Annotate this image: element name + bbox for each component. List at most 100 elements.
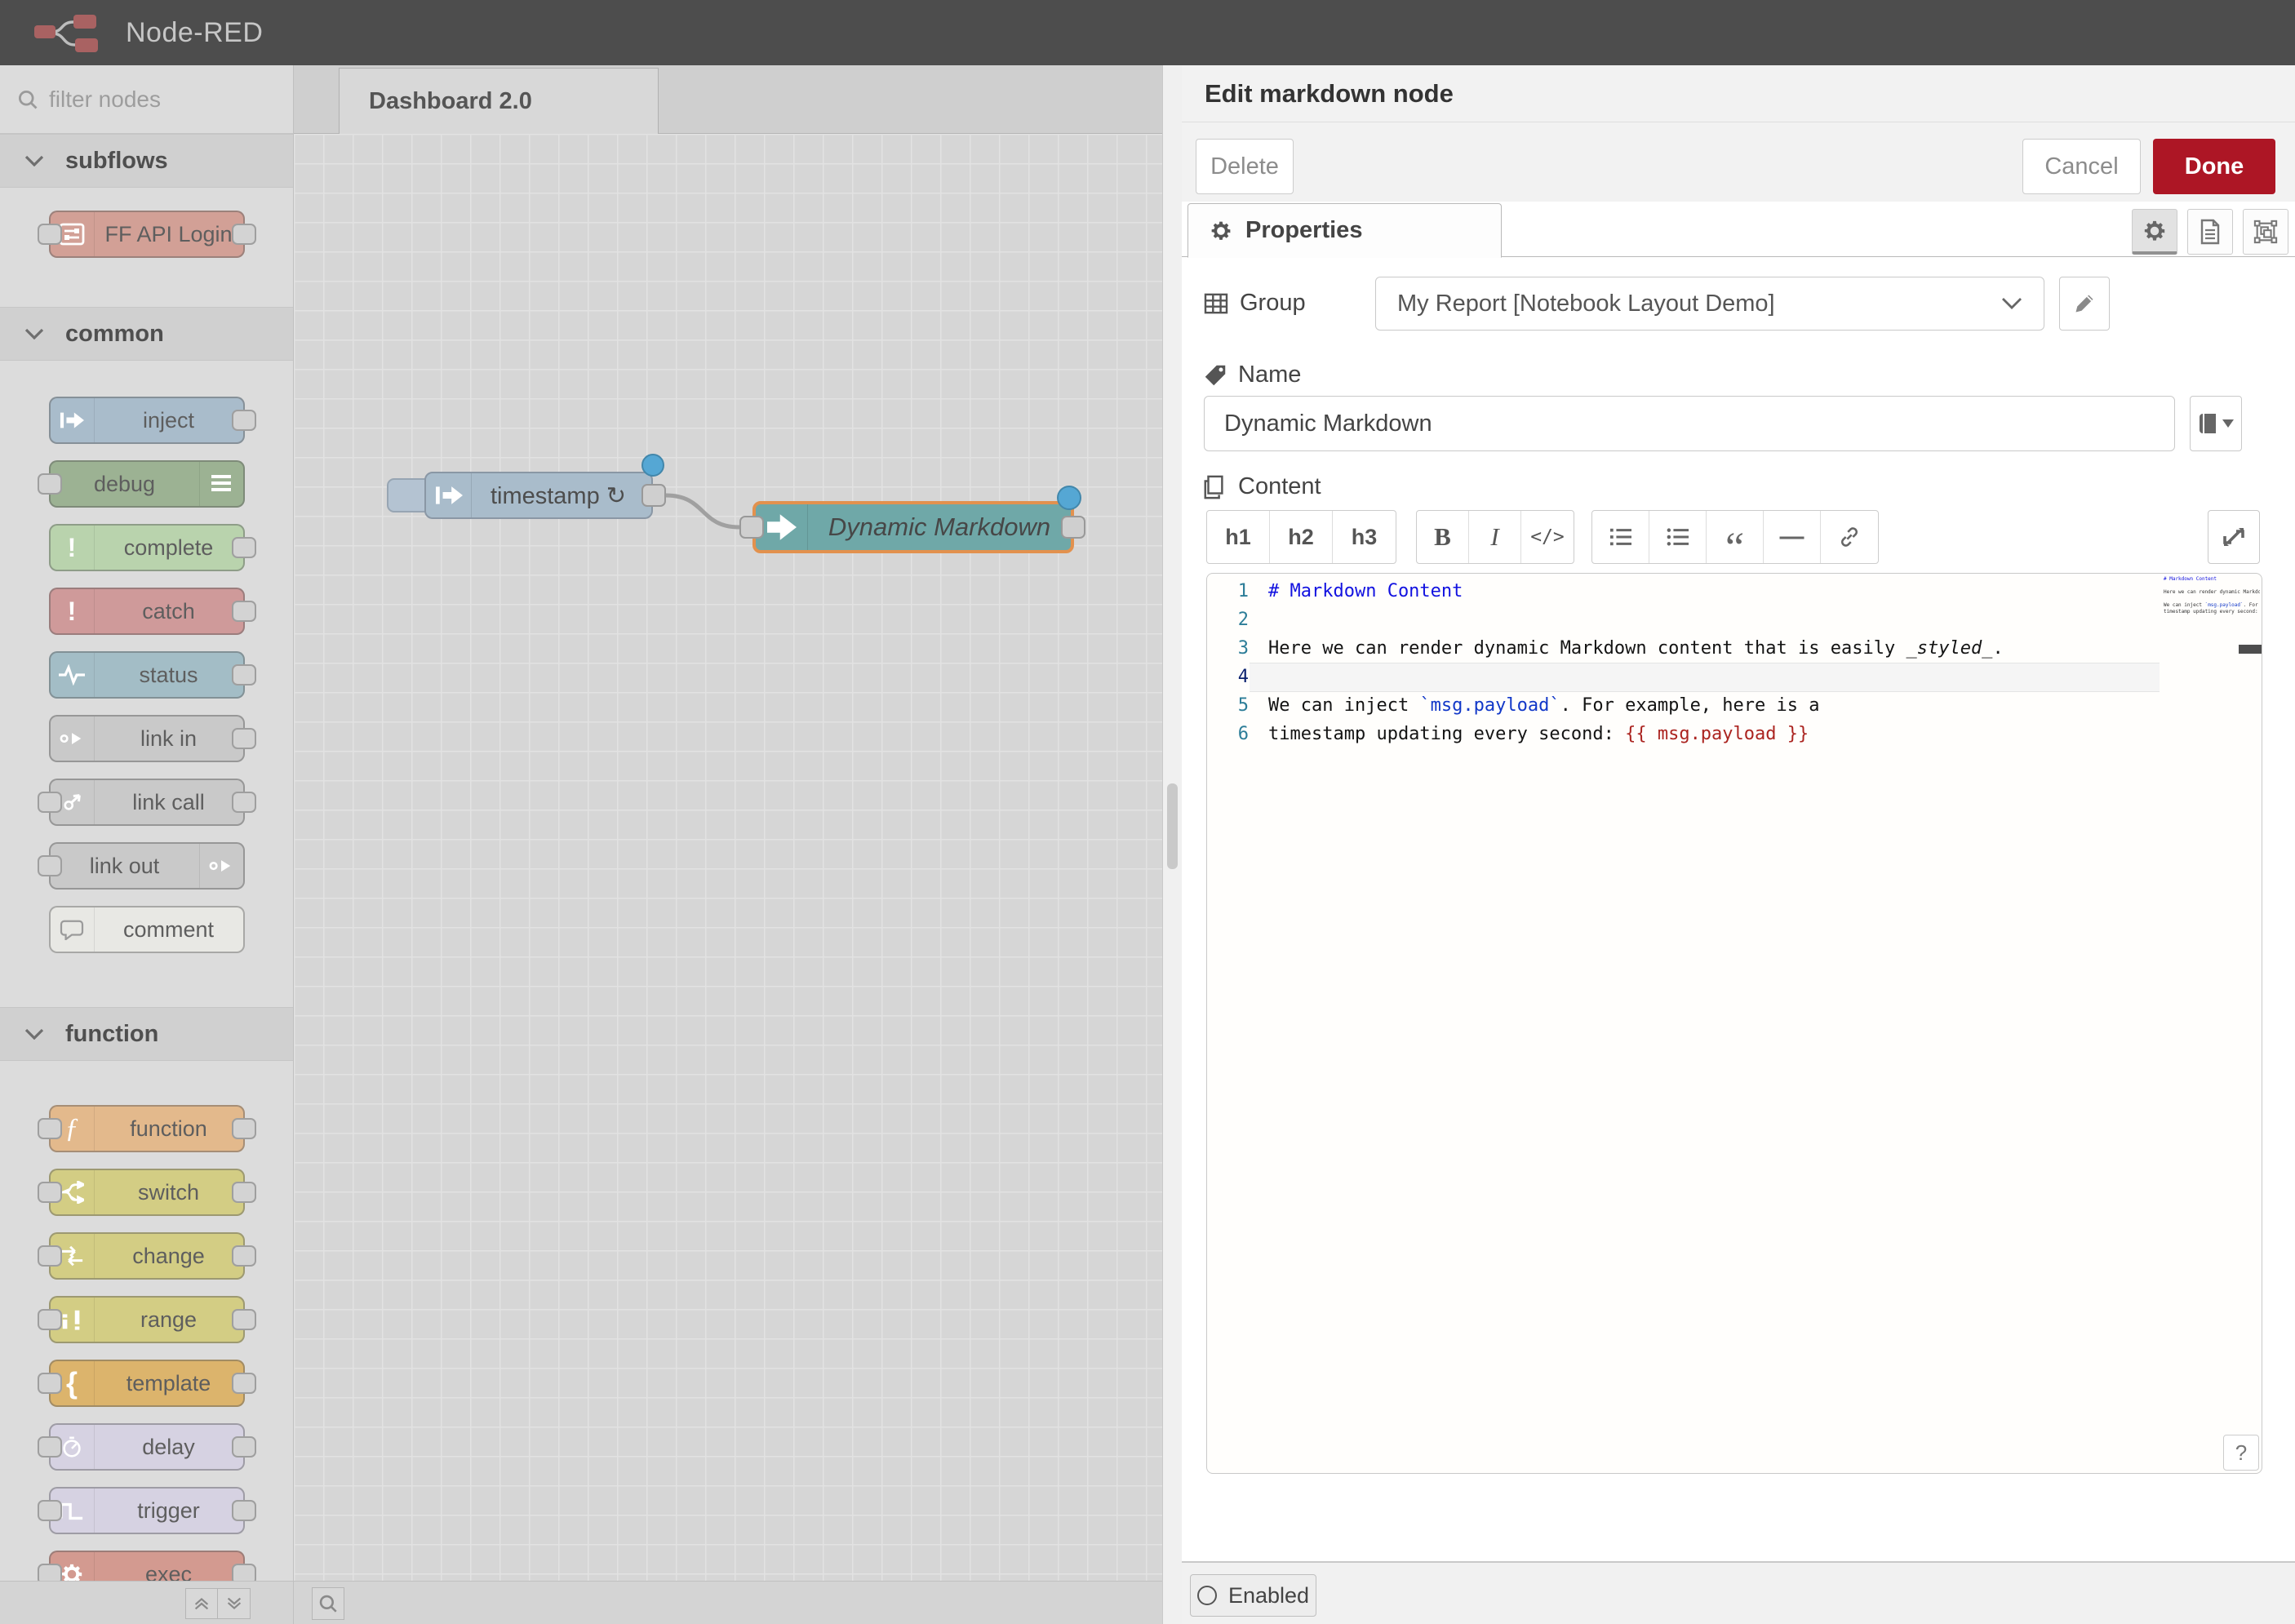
output-port[interactable] — [232, 1309, 256, 1330]
palette-node-delay[interactable]: delay — [49, 1423, 245, 1471]
input-port[interactable] — [38, 1564, 62, 1581]
horizontal-rule-button[interactable]: — — [1764, 511, 1821, 563]
heading3-button[interactable]: h3 — [1333, 511, 1396, 563]
tab-button-description[interactable] — [2187, 209, 2233, 255]
code-line: Here we can render dynamic Markdown cont… — [1260, 638, 2004, 659]
bold-button[interactable]: B — [1417, 511, 1469, 563]
input-port[interactable] — [38, 792, 62, 813]
output-port[interactable] — [232, 1500, 256, 1521]
caret-down-icon — [2222, 419, 2234, 428]
output-port[interactable] — [232, 1373, 256, 1394]
expand-editor-button[interactable] — [2208, 510, 2260, 564]
output-port[interactable] — [232, 1564, 256, 1581]
palette-node-debug[interactable]: debug — [49, 460, 245, 508]
palette-node-status[interactable]: status — [49, 651, 245, 699]
status-pulse-icon — [51, 653, 95, 697]
input-port[interactable] — [38, 224, 62, 245]
palette-node-function[interactable]: ƒ function — [49, 1105, 245, 1152]
palette-node-complete[interactable]: ! complete — [49, 524, 245, 571]
palette-node-comment[interactable]: comment — [49, 906, 245, 953]
cancel-button[interactable]: Cancel — [2022, 139, 2141, 194]
palette-node-ff-api-login[interactable]: FF API Login — [49, 211, 245, 258]
markdown-code-editor[interactable]: 1 # Markdown Content 2 3 Here we can ren… — [1206, 573, 2262, 1474]
italic-button[interactable]: I — [1469, 511, 1521, 563]
output-port[interactable] — [232, 664, 256, 686]
output-port[interactable] — [232, 537, 256, 558]
workspace-tab-bar: Dashboard 2.0 — [294, 65, 1162, 134]
palette-search-input[interactable] — [49, 87, 294, 113]
palette-node-range[interactable]: range — [49, 1296, 245, 1343]
ordered-list-button[interactable] — [1592, 511, 1649, 563]
palette-node-switch[interactable]: switch — [49, 1169, 245, 1216]
flow-canvas[interactable]: timestamp ↻ Dynamic Markdown — [294, 134, 1162, 1581]
palette-node-template[interactable]: { template — [49, 1360, 245, 1407]
output-port[interactable] — [1061, 516, 1085, 539]
input-port[interactable] — [38, 1118, 62, 1139]
flow-node-dynamic-markdown[interactable]: Dynamic Markdown — [752, 501, 1074, 553]
enabled-toggle-button[interactable]: Enabled — [1190, 1574, 1316, 1617]
canvas-zoom-search-button[interactable] — [312, 1587, 344, 1620]
unordered-list-button[interactable] — [1649, 511, 1707, 563]
input-port[interactable] — [38, 1245, 62, 1267]
heading2-button[interactable]: h2 — [1270, 511, 1333, 563]
palette-node-inject[interactable]: inject — [49, 397, 245, 444]
output-port[interactable] — [232, 1118, 256, 1139]
output-port[interactable] — [232, 728, 256, 749]
palette-node-change[interactable]: change — [49, 1232, 245, 1280]
panel-divider[interactable] — [1162, 65, 1182, 1624]
output-port[interactable] — [232, 1245, 256, 1267]
output-port[interactable] — [232, 1436, 256, 1458]
palette-node-trigger[interactable]: trigger — [49, 1487, 245, 1534]
done-button[interactable]: Done — [2153, 139, 2275, 194]
name-field[interactable] — [1204, 396, 2175, 451]
input-port[interactable] — [38, 1309, 62, 1330]
palette-node-link-call[interactable]: link call — [49, 779, 245, 826]
input-port[interactable] — [38, 473, 62, 495]
editor-help-button[interactable]: ? — [2223, 1435, 2259, 1471]
editor-minimap[interactable]: # Markdown Content Here we can render dy… — [2164, 576, 2260, 625]
palette-node-link-out[interactable]: link out — [49, 842, 245, 890]
divider-drag-handle[interactable] — [1167, 783, 1178, 869]
flow-node-timestamp[interactable]: timestamp ↻ — [424, 472, 653, 519]
palette-expand-all-button[interactable] — [218, 1588, 251, 1619]
input-port[interactable] — [38, 1373, 62, 1394]
label-options-button[interactable] — [2190, 396, 2242, 451]
palette-category-common[interactable]: common — [0, 307, 293, 361]
blockquote-button[interactable]: “ — [1707, 511, 1764, 563]
tab-button-appearance[interactable] — [2243, 209, 2288, 255]
tab-button-properties[interactable] — [2132, 209, 2177, 255]
line-number: 2 — [1207, 610, 1260, 630]
edit-group-button[interactable] — [2059, 277, 2110, 331]
tab-dashboard-2-0[interactable]: Dashboard 2.0 — [339, 68, 659, 135]
markdown-toolbar: h1 h2 h3 B I </> “ — — [1182, 510, 2295, 564]
speech-bubble-icon — [51, 907, 95, 952]
output-port[interactable] — [232, 601, 256, 622]
output-port[interactable] — [232, 410, 256, 431]
group-select[interactable]: My Report [Notebook Layout Demo] — [1375, 277, 2044, 331]
output-port[interactable] — [232, 792, 256, 813]
palette-category-function[interactable]: function — [0, 1007, 293, 1061]
output-port[interactable] — [232, 1182, 256, 1203]
app-title: Node-RED — [126, 17, 263, 49]
input-port[interactable] — [38, 1182, 62, 1203]
palette-category-subflows[interactable]: subflows — [0, 134, 293, 188]
palette-search[interactable] — [0, 65, 293, 134]
palette-collapse-all-button[interactable] — [185, 1588, 218, 1619]
tab-properties[interactable]: Properties — [1187, 203, 1502, 258]
input-port[interactable] — [38, 855, 62, 876]
code-button[interactable]: </> — [1521, 511, 1574, 563]
palette-node-catch[interactable]: ! catch — [49, 588, 245, 635]
node-changed-dot — [1057, 486, 1081, 510]
palette-node-exec[interactable]: exec — [49, 1551, 245, 1581]
output-port[interactable] — [232, 224, 256, 245]
output-port[interactable] — [641, 484, 666, 507]
heading1-button[interactable]: h1 — [1207, 511, 1270, 563]
palette-node-link-in[interactable]: link in — [49, 715, 245, 762]
link-button[interactable] — [1821, 511, 1878, 563]
line-number-active: 4 — [1207, 667, 1260, 687]
delete-button[interactable]: Delete — [1196, 139, 1294, 194]
canvas-footer — [294, 1581, 1162, 1624]
input-port[interactable] — [38, 1500, 62, 1521]
input-port[interactable] — [739, 516, 764, 539]
input-port[interactable] — [38, 1436, 62, 1458]
